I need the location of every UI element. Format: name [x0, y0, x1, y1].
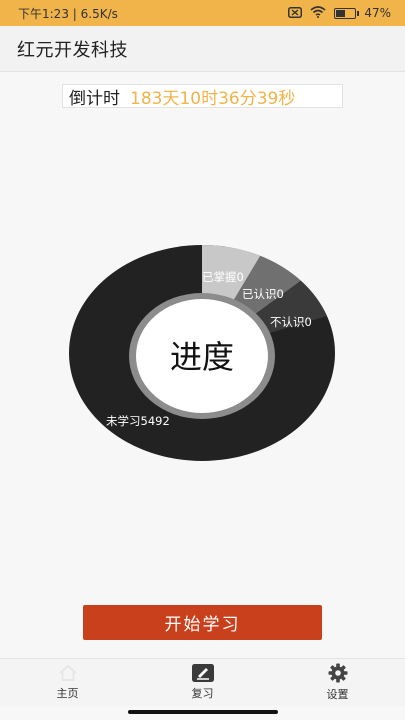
- status-time-speed: 下午1:23 | 6.5K/s: [18, 6, 118, 21]
- chart-label-known: 已认识0: [242, 287, 284, 301]
- chart-label-unlearned: 未学习5492: [106, 414, 170, 428]
- nav-item-settings[interactable]: 设置: [270, 659, 405, 706]
- nav-item-review[interactable]: 复习: [135, 659, 270, 706]
- chart-center-label: 进度: [170, 338, 234, 376]
- gesture-home-bar[interactable]: [128, 710, 278, 714]
- app-bar: 红元开发科技: [0, 26, 405, 72]
- home-icon: [58, 664, 77, 681]
- edit-icon: [191, 664, 214, 682]
- status-bar: 下午1:23 | 6.5K/s 47%: [0, 0, 405, 26]
- countdown-label: 倒计时: [69, 88, 120, 109]
- nav-label-home: 主页: [56, 687, 79, 700]
- battery-percent: 47%: [364, 6, 391, 20]
- wifi-icon: [310, 6, 326, 20]
- bottom-nav: 主页 复习 设置: [0, 658, 405, 706]
- nav-item-home[interactable]: 主页: [0, 659, 135, 706]
- countdown-box: 倒计时 183天10时36分39秒: [62, 84, 343, 109]
- battery-icon: [334, 7, 360, 19]
- chart-label-unknown: 不认识0: [270, 315, 312, 329]
- progress-chart: 进度 已掌握0 已认识0 不认识0 未学习5492: [69, 245, 335, 461]
- status-icons: 47%: [288, 6, 391, 20]
- countdown-value: 183天10时36分39秒: [130, 88, 296, 109]
- nav-label-review: 复习: [191, 687, 214, 700]
- chart-label-mastered: 已掌握0: [202, 270, 244, 284]
- app-title: 红元开发科技: [17, 39, 128, 61]
- no-sim-icon: [288, 6, 303, 20]
- start-learning-button[interactable]: 开始学习: [83, 605, 322, 640]
- nav-label-settings: 设置: [326, 688, 349, 701]
- gear-icon: [328, 663, 347, 683]
